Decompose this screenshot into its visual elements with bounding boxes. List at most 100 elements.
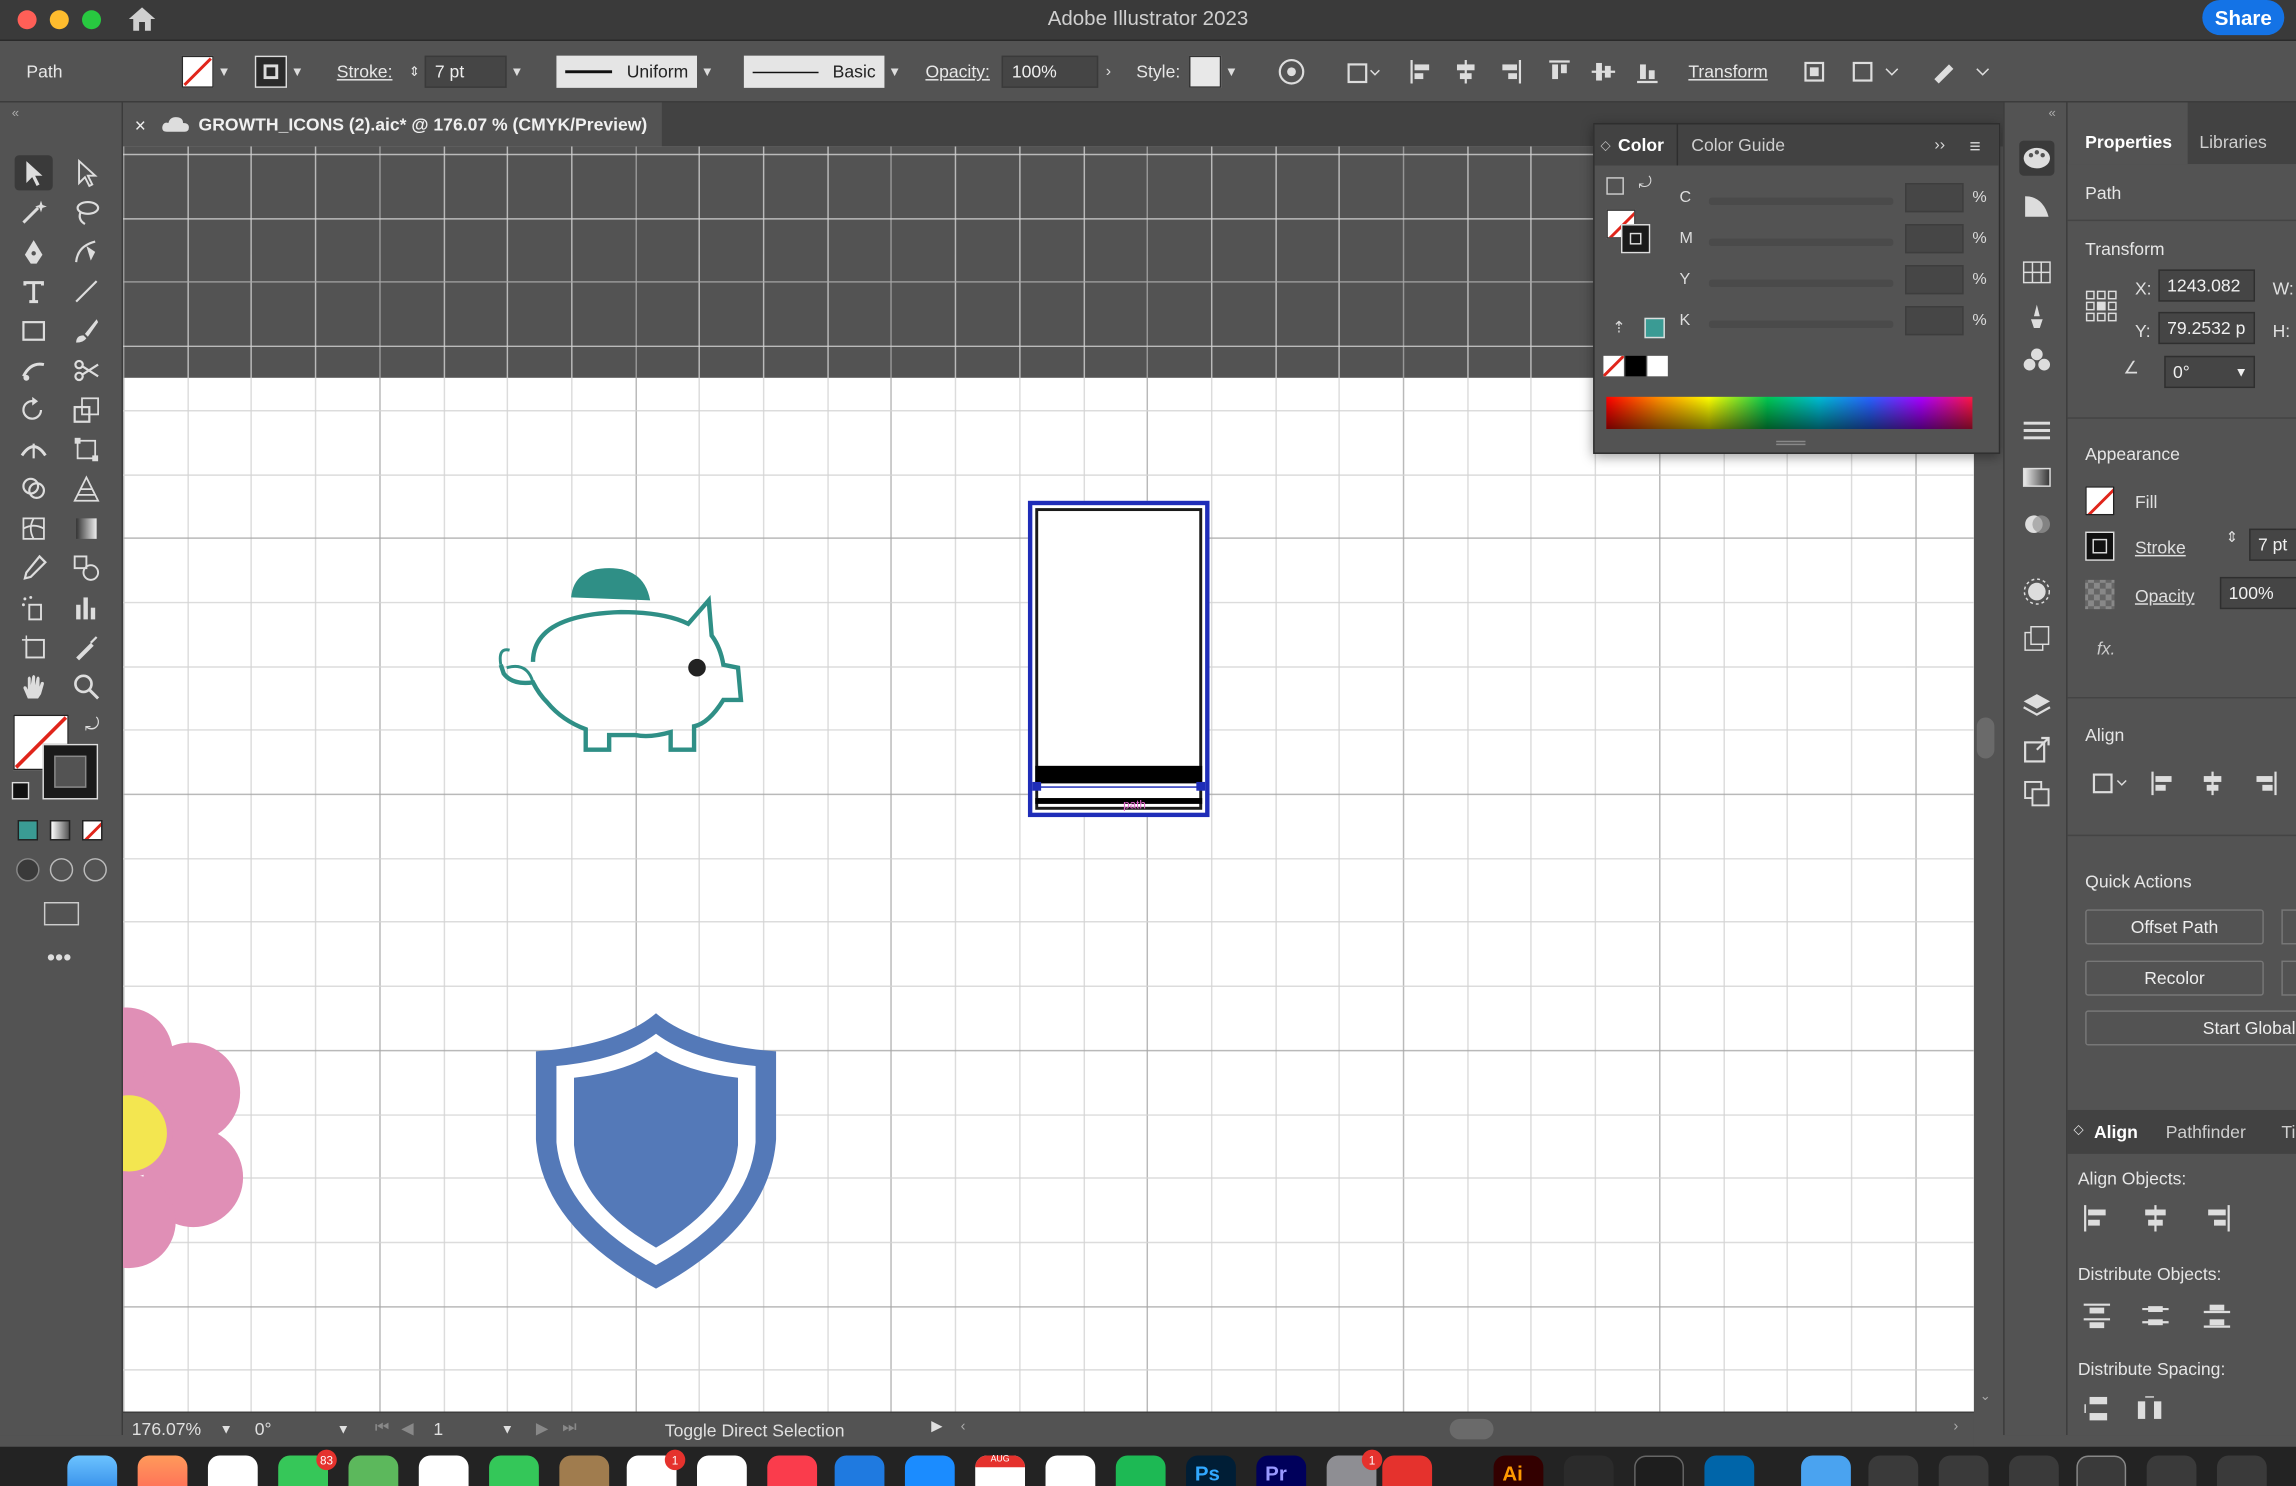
chevron-down-icon[interactable]: ▼ (697, 62, 718, 83)
distribute-center-icon[interactable] (2141, 1300, 2170, 1334)
rectangle-tool-icon[interactable] (15, 313, 53, 348)
align-center-icon[interactable] (2199, 770, 2225, 801)
opacity-field[interactable]: 100% (2219, 576, 2296, 610)
flower-icon[interactable] (123, 987, 269, 1280)
gradient-panel-icon[interactable] (2019, 460, 2054, 495)
distribute-top-icon[interactable] (2082, 1300, 2111, 1334)
collapse-panel-icon[interactable]: ›› (1934, 124, 1945, 165)
status-menu-icon[interactable]: ▶ (931, 1419, 942, 1435)
color-palette-icon[interactable] (2019, 140, 2055, 176)
direct-selection-tool-icon[interactable] (67, 155, 105, 190)
lasso-tool-icon[interactable] (67, 195, 105, 230)
stepper-icon[interactable]: ⇕ (404, 64, 425, 80)
spotify-icon[interactable] (1115, 1455, 1166, 1486)
chevron-down-icon[interactable]: ▼ (507, 62, 528, 83)
recent-window-thumbnail[interactable] (2146, 1455, 2197, 1486)
premiere-icon[interactable]: Pr (1256, 1455, 1307, 1486)
brush-definition[interactable]: Basic (743, 55, 885, 88)
selection-tool-icon[interactable] (14, 155, 53, 191)
brushes-icon[interactable] (2019, 299, 2054, 334)
artboard-number[interactable]: 1 (433, 1419, 443, 1440)
recent-window-thumbnail[interactable] (2009, 1455, 2059, 1486)
align-objects-right-icon[interactable] (2202, 1204, 2231, 1238)
align-left-icon[interactable] (1409, 57, 1435, 86)
scroll-left-icon[interactable]: ‹ (961, 1419, 966, 1435)
channel-y-slider[interactable] (1708, 279, 1894, 288)
magic-wand-tool-icon[interactable] (15, 195, 53, 230)
effects-button[interactable]: fx. (2097, 638, 2116, 659)
align-top-icon[interactable] (1546, 57, 1572, 86)
channel-m-slider[interactable] (1708, 238, 1894, 247)
channel-c-slider[interactable] (1708, 197, 1894, 206)
rotate-tool-icon[interactable] (15, 392, 53, 427)
panel-menu-icon[interactable]: ≡ (1969, 124, 1980, 165)
zoom-level[interactable]: 176.07% (132, 1419, 201, 1440)
column-graph-tool-icon[interactable] (67, 590, 105, 625)
rotation-field[interactable]: 0° ▼ (2164, 355, 2256, 389)
notes-icon[interactable] (697, 1455, 747, 1486)
mesh-tool-icon[interactable] (15, 511, 53, 546)
y-position-field[interactable]: 79.2532 p (2158, 311, 2256, 345)
curvature-tool-icon[interactable] (67, 234, 105, 269)
color-mode-icon[interactable] (17, 820, 39, 841)
tab-pathfinder[interactable]: Pathfinder (2166, 1122, 2246, 1143)
share-button[interactable]: Share (2202, 0, 2285, 36)
width-tool-icon[interactable] (15, 432, 53, 467)
free-transform-tool-icon[interactable] (67, 432, 105, 467)
fill-swatch[interactable] (181, 55, 214, 88)
recolor-button[interactable]: Recolor (2085, 960, 2264, 996)
offset-path-button[interactable]: Offset Path (2085, 909, 2264, 945)
next-artboard-icon[interactable]: ▶ (536, 1419, 548, 1438)
creative-cloud-icon[interactable] (1563, 1455, 1614, 1486)
last-artboard-icon[interactable]: ⏭ (562, 1419, 577, 1438)
tab-color[interactable]: Color (1618, 124, 1664, 165)
channel-c-field[interactable] (1905, 183, 1964, 213)
draw-behind-icon[interactable] (49, 858, 74, 882)
transparency-icon[interactable] (2019, 507, 2054, 542)
vscode-icon[interactable] (1704, 1455, 1755, 1486)
first-artboard-icon[interactable]: ⏮ (375, 1419, 390, 1438)
opacity-field[interactable]: 100% (1001, 55, 1099, 88)
gamut-swatch[interactable] (1644, 317, 1665, 339)
stroke-label[interactable]: Stroke: (337, 62, 393, 83)
stroke-color-swatch[interactable] (42, 743, 99, 800)
tab-libraries[interactable]: Libraries (2199, 132, 2266, 153)
vertical-scrollbar-thumb[interactable] (1976, 717, 1995, 759)
contacts-icon[interactable] (559, 1455, 610, 1486)
appearance-panel-icon[interactable] (2019, 574, 2054, 609)
channel-m-field[interactable] (1905, 224, 1964, 254)
chevron-down-icon[interactable]: ▼ (2235, 365, 2248, 380)
channel-k-slider[interactable] (1708, 320, 1894, 329)
screen-mode-icon[interactable] (43, 902, 80, 926)
opacity-label[interactable]: Opacity: (925, 62, 989, 83)
quick-action-overflow-button[interactable] (2281, 960, 2296, 996)
finder-icon[interactable] (67, 1455, 118, 1486)
artboard-tool-icon[interactable] (15, 630, 53, 665)
safari-icon[interactable] (207, 1455, 258, 1486)
stroke-weight-field[interactable]: 7 pt (2249, 528, 2296, 561)
distribute-bottom-icon[interactable] (2202, 1300, 2231, 1334)
distribute-horizontal-spacing-icon[interactable] (2135, 1394, 2164, 1428)
graphic-styles-icon[interactable] (2019, 621, 2054, 656)
out-of-gamut-icon[interactable]: ⇡ (1612, 318, 1625, 337)
color-spectrum[interactable] (1606, 396, 1973, 430)
recent-window-thumbnail[interactable] (2076, 1455, 2127, 1486)
variable-width-profile[interactable]: Uniform (556, 55, 698, 88)
downloads-folder-icon[interactable] (1801, 1455, 1851, 1486)
align-right-icon[interactable] (1497, 57, 1523, 86)
appearance-fill-swatch[interactable] (2085, 486, 2115, 516)
transform-link[interactable]: Transform (1688, 62, 1767, 83)
align-right-icon[interactable] (2252, 770, 2278, 801)
recolor-artwork-icon[interactable] (1277, 57, 1306, 86)
close-tab-icon[interactable]: × (135, 113, 146, 135)
default-fill-stroke-icon[interactable] (11, 781, 30, 800)
illustrator-icon[interactable]: Ai (1493, 1455, 1544, 1486)
swatches-icon[interactable] (2019, 255, 2054, 290)
align-to-icon[interactable] (1344, 57, 1382, 86)
paintbrush-tool-icon[interactable] (67, 313, 105, 348)
shield-icon[interactable] (533, 1007, 782, 1294)
zoom-tool-icon[interactable] (67, 669, 105, 704)
start-global-edit-button[interactable]: Start Global E (2085, 1010, 2296, 1046)
creative-app-icon[interactable] (1382, 1455, 1433, 1486)
isolate-object-icon[interactable] (1801, 59, 1827, 85)
